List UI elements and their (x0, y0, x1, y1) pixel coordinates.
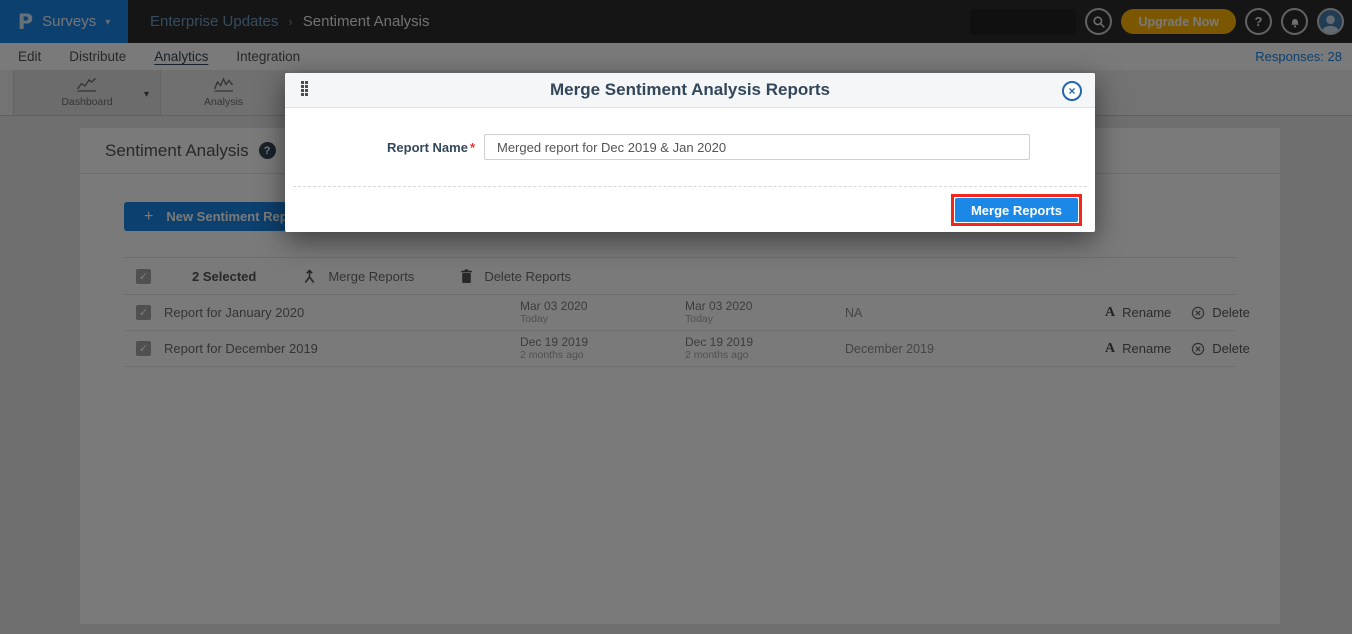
report-name-input[interactable] (484, 134, 1030, 160)
drag-handle-icon[interactable] (301, 81, 308, 96)
required-asterisk: * (470, 140, 475, 155)
close-icon[interactable]: × (1062, 81, 1082, 101)
merge-reports-modal: Merge Sentiment Analysis Reports × Repor… (285, 73, 1095, 232)
annotation-highlight: Merge Reports (951, 194, 1082, 226)
modal-title: Merge Sentiment Analysis Reports (285, 80, 1095, 100)
report-name-label-text: Report Name (387, 140, 468, 155)
report-name-label: Report Name* (285, 140, 475, 155)
modal-footer: Merge Reports (293, 186, 1087, 231)
modal-body: Report Name* (285, 108, 1095, 186)
merge-reports-button[interactable]: Merge Reports (955, 198, 1078, 222)
modal-header: Merge Sentiment Analysis Reports × (285, 73, 1095, 108)
